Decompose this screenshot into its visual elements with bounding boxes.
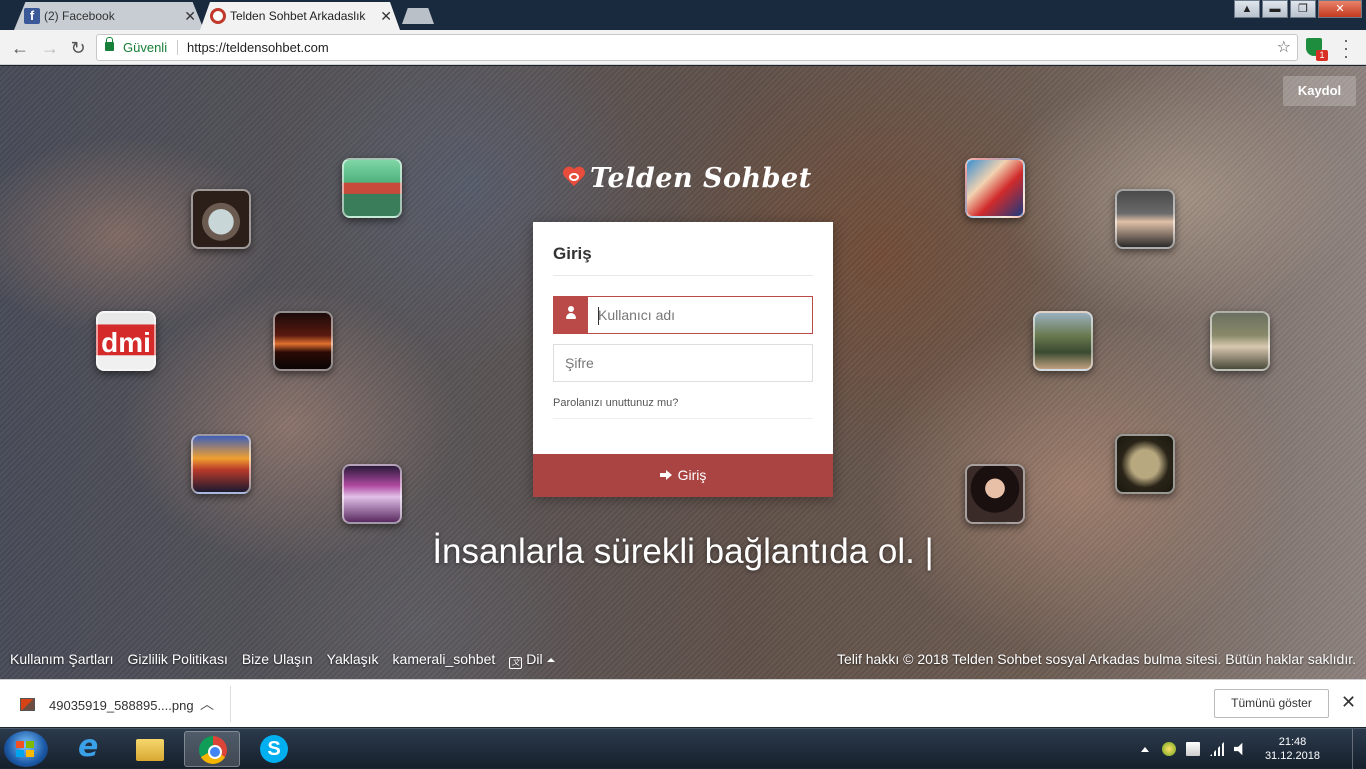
download-file-name[interactable]: 49035919_588895....png [49, 698, 194, 713]
username-addon [554, 297, 588, 333]
close-icon[interactable]: ✕ [184, 2, 196, 30]
close-icon[interactable]: ✕ [380, 2, 392, 30]
tab-telden-sohbet[interactable]: Telden Sohbet Arkadaslık ✕ [200, 2, 400, 30]
login-button[interactable]: Giriş [533, 454, 833, 497]
member-avatar[interactable] [191, 189, 251, 249]
maximize-button[interactable]: ❐ [1290, 0, 1316, 18]
member-avatar[interactable] [1210, 311, 1270, 371]
network-signal-icon[interactable] [1209, 742, 1224, 756]
footer-link-privacy[interactable]: Gizlilik Politikası [127, 651, 227, 669]
clock[interactable]: 21:48 31.12.2018 [1265, 735, 1320, 763]
footer-link-contact[interactable]: Bize Ulaşın [242, 651, 313, 669]
footer-link-camera-chat[interactable]: kamerali_sohbet [393, 651, 496, 669]
caret-up-icon [546, 658, 555, 662]
show-desktop-button[interactable] [1352, 729, 1366, 769]
close-icon[interactable]: ✕ [1341, 692, 1356, 713]
internet-explorer-icon[interactable] [62, 729, 118, 767]
skype-icon[interactable] [246, 731, 302, 767]
avatar-text: dmi [101, 327, 151, 358]
file-explorer-icon[interactable] [122, 731, 178, 767]
facebook-icon: f [24, 8, 40, 24]
forgot-password-link[interactable]: Parolanızı unuttunuz mu? [553, 397, 678, 409]
chrome-icon[interactable] [184, 731, 240, 767]
member-avatar[interactable] [1033, 311, 1093, 371]
heart-logo-icon [562, 167, 586, 189]
page-viewport: Kaydol Telden Sohbet dmi Giriş Parolanız… [0, 66, 1366, 679]
menu-dots-icon[interactable]: · · · [1340, 31, 1352, 65]
window-controls: ▲ ▬ ❐ ✕ [1232, 0, 1362, 18]
telden-sohbet-icon [210, 8, 226, 24]
user-icon[interactable]: ▲ [1234, 0, 1260, 18]
volume-icon[interactable] [1233, 742, 1243, 756]
secure-label: Güvenli [123, 40, 168, 55]
show-all-button[interactable]: Tümünü göster [1214, 689, 1329, 718]
windows-taskbar: 21:48 31.12.2018 [0, 728, 1366, 769]
start-button[interactable] [4, 731, 48, 767]
tab-label: (2) Facebook [44, 9, 115, 23]
system-tray: 21:48 31.12.2018 [1133, 729, 1320, 769]
url-text[interactable]: https://teldensohbet.com [187, 35, 329, 60]
username-group [553, 296, 813, 334]
language-selector[interactable]: 文 Dil [509, 651, 555, 669]
register-button[interactable]: Kaydol [1283, 76, 1356, 106]
divider [230, 686, 231, 722]
site-logo[interactable]: Telden Sohbet [562, 162, 812, 194]
sign-in-icon [659, 469, 674, 481]
user-icon [566, 306, 576, 322]
image-file-icon [20, 698, 35, 711]
language-label: Dil [526, 651, 543, 667]
new-tab-button[interactable] [402, 8, 434, 24]
login-title: Giriş [553, 244, 592, 263]
footer-links: Kullanım Şartları Gizlilik Politikası Bi… [10, 651, 569, 669]
member-avatar[interactable] [342, 464, 402, 524]
close-window-button[interactable]: ✕ [1318, 0, 1362, 18]
tab-label: Telden Sohbet Arkadaslık [230, 9, 366, 23]
divider [177, 40, 178, 55]
password-input[interactable] [553, 344, 813, 382]
tagline: İnsanlarla sürekli bağlantıda ol. | [432, 532, 934, 571]
tab-facebook[interactable]: f (2) Facebook ✕ [14, 2, 204, 30]
footer-link-terms[interactable]: Kullanım Şartları [10, 651, 113, 669]
browser-toolbar: ← → ↻ Güvenli https://teldensohbet.com ☆… [0, 30, 1366, 65]
text-caret [598, 307, 599, 325]
tray-expand-icon[interactable] [1140, 746, 1149, 752]
chevron-up-icon[interactable]: ︿ [200, 694, 214, 714]
login-button-label: Giriş [677, 467, 707, 483]
logo-text: Telden Sohbet [590, 162, 812, 194]
login-card: Giriş Parolanızı unuttunuz mu? Giriş [533, 222, 833, 497]
member-avatar[interactable] [273, 311, 333, 371]
copyright-text: Telif hakkı © 2018 Telden Sohbet sosyal … [836, 651, 1356, 667]
browser-tabstrip: f (2) Facebook ✕ Telden Sohbet Arkadaslı… [0, 0, 1366, 30]
tray-document-icon[interactable] [1185, 742, 1200, 756]
member-avatar[interactable] [965, 464, 1025, 524]
address-bar[interactable]: Güvenli https://teldensohbet.com ☆ [96, 34, 1298, 61]
minimize-button[interactable]: ▬ [1262, 0, 1288, 18]
member-avatar[interactable] [1115, 189, 1175, 249]
username-input[interactable] [588, 297, 812, 333]
member-avatar[interactable] [965, 158, 1025, 218]
divider [553, 418, 813, 419]
member-avatar[interactable] [191, 434, 251, 494]
lock-icon [105, 37, 114, 51]
member-avatar[interactable] [1115, 434, 1175, 494]
back-arrow-icon[interactable]: ← [8, 36, 32, 60]
bookmark-star-icon[interactable]: ☆ [1277, 35, 1291, 60]
member-avatar[interactable] [342, 158, 402, 218]
clock-time: 21:48 [1278, 736, 1307, 748]
clock-date: 31.12.2018 [1264, 750, 1320, 762]
forward-arrow-icon[interactable]: → [38, 36, 62, 60]
download-bar: 49035919_588895....png ︿ Tümünü göster ✕ [0, 679, 1366, 727]
reload-icon[interactable]: ↻ [66, 36, 90, 60]
divider [553, 275, 813, 276]
member-avatar[interactable]: dmi [96, 311, 156, 371]
footer-link-about[interactable]: Yaklaşık [327, 651, 379, 669]
tray-app-icon[interactable] [1161, 742, 1176, 756]
translate-icon: 文 [509, 657, 523, 669]
extension-badge: 1 [1316, 50, 1328, 61]
